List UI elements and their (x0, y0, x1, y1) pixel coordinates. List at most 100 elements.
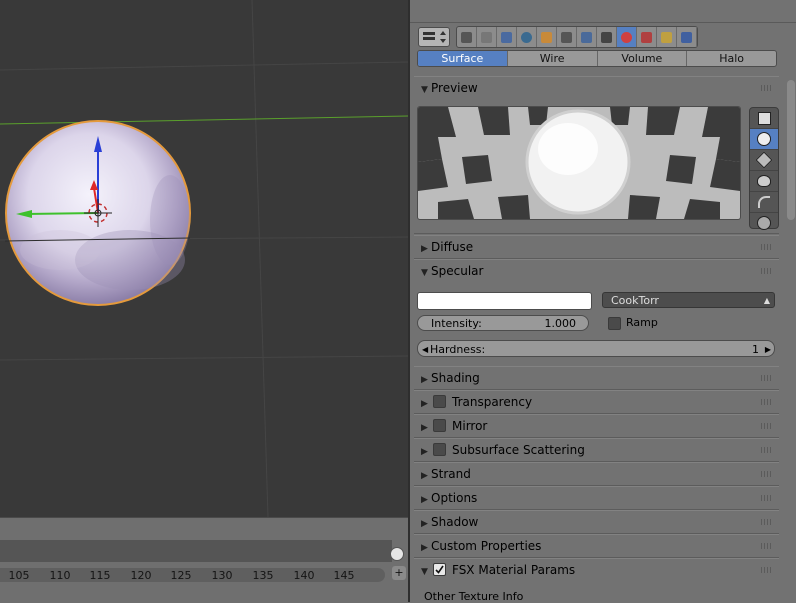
subsurface-scattering-panel[interactable]: ▶ Subsurface Scattering (414, 438, 779, 462)
tab-wire[interactable]: Wire (508, 51, 598, 66)
world-icon (521, 31, 532, 43)
sphere-sky-icon[interactable] (750, 213, 778, 233)
strand-panel[interactable]: ▶ Strand (414, 462, 779, 486)
object-context-button[interactable] (537, 27, 557, 47)
diffuse-panel[interactable]: ▶ Diffuse (414, 235, 779, 259)
texture-context-button[interactable] (637, 27, 657, 47)
constraints-context-button[interactable] (557, 27, 577, 47)
frame-tick: 125 (170, 569, 192, 582)
collapsed-triangle-icon: ▶ (421, 519, 428, 529)
collapsed-triangle-icon: ▶ (421, 244, 428, 254)
checkmark-icon (435, 565, 444, 574)
mirror-panel[interactable]: ▶ Mirror (414, 414, 779, 438)
tab-surface[interactable]: Surface (418, 51, 508, 66)
scene-icon (501, 31, 512, 43)
panel-title: Transparency (452, 395, 533, 409)
collapsed-triangle-icon: ▶ (421, 375, 428, 385)
scroll-knob[interactable] (390, 547, 404, 561)
data-icon (601, 31, 612, 43)
collapsed-triangle-icon: ▶ (421, 471, 428, 481)
collapsed-triangle-icon: ▶ (421, 543, 428, 553)
drag-grip-icon[interactable] (761, 471, 773, 477)
scene-context-button[interactable] (497, 27, 517, 47)
collapsed-triangle-icon: ▶ (421, 495, 428, 505)
world-context-button[interactable] (517, 27, 537, 47)
fsx-material-params-checkbox[interactable] (433, 563, 446, 576)
tab-volume[interactable]: Volume (598, 51, 688, 66)
drag-grip-icon[interactable] (761, 375, 773, 381)
material-preview (417, 106, 741, 220)
material-context-button[interactable] (617, 27, 637, 47)
increment-arrow-icon[interactable]: ▶ (765, 341, 771, 358)
timeline-track[interactable] (0, 540, 392, 562)
collapsed-triangle-icon: ▶ (421, 423, 428, 433)
sphere-icon[interactable] (750, 129, 778, 150)
transparency-panel[interactable]: ▶ Transparency (414, 390, 779, 414)
subsurface-scattering-checkbox[interactable] (433, 443, 446, 456)
3d-viewport[interactable] (0, 0, 408, 517)
specular-hardness-field[interactable]: ◀ Hardness: 1 ▶ (417, 340, 775, 357)
properties-editor: Surface Wire Volume Halo ▼ Preview ▶ Dif… (410, 0, 796, 602)
transparency-checkbox[interactable] (433, 395, 446, 408)
frame-tick: 110 (49, 569, 71, 582)
data-context-button[interactable] (597, 27, 617, 47)
frame-tick: 140 (293, 569, 315, 582)
drag-grip-icon[interactable] (761, 423, 773, 429)
render-icon (461, 31, 472, 43)
panel-title: Shading (431, 371, 480, 385)
panel-title: Diffuse (431, 240, 474, 254)
zoom-plus-button[interactable]: + (392, 566, 406, 580)
drag-grip-icon[interactable] (761, 543, 773, 549)
editor-type-selector[interactable] (418, 27, 450, 47)
particles-context-button[interactable] (657, 27, 677, 47)
shading-panel[interactable]: ▶ Shading (414, 366, 779, 390)
panel-title: Custom Properties (431, 539, 542, 553)
fsx-panel-header[interactable]: ▼ FSX Material Params (414, 559, 779, 581)
header-divider (410, 22, 796, 23)
preview-render (418, 107, 740, 219)
drag-grip-icon[interactable] (761, 399, 773, 405)
specular-color-swatch[interactable] (417, 292, 592, 310)
specular-intensity-field[interactable]: Intensity: 1.000 (417, 315, 589, 331)
properties-scrollbar[interactable] (787, 80, 795, 220)
panel-title: Options (431, 491, 478, 505)
expanded-triangle-icon: ▼ (421, 268, 428, 278)
ramp-checkbox[interactable] (608, 317, 621, 330)
timeline[interactable]: 105 110 115 120 125 130 135 140 145 + (0, 517, 408, 603)
material-type-tabs: Surface Wire Volume Halo (417, 50, 777, 67)
hair-icon[interactable] (750, 192, 778, 213)
options-panel[interactable]: ▶ Options (414, 486, 779, 510)
drag-grip-icon[interactable] (761, 519, 773, 525)
panel-title: Shadow (431, 515, 479, 529)
ramp-label: Ramp (626, 316, 658, 329)
hardness-value: 1 (752, 343, 759, 356)
drag-grip-icon[interactable] (761, 244, 773, 250)
flat-icon[interactable] (750, 108, 778, 129)
physics-context-button[interactable] (677, 27, 697, 47)
specular-panel-header[interactable]: ▼ Specular (414, 260, 779, 282)
panel-title: Preview (431, 81, 478, 95)
modifiers-context-button[interactable] (577, 27, 597, 47)
drag-grip-icon[interactable] (761, 85, 773, 91)
other-texture-info-label: Other Texture Info (424, 590, 524, 602)
drag-grip-icon[interactable] (761, 495, 773, 501)
drag-grip-icon[interactable] (761, 447, 773, 453)
shadow-panel[interactable]: ▶ Shadow (414, 510, 779, 534)
frame-tick: 105 (8, 569, 30, 582)
texture-icon (641, 31, 652, 43)
custom-properties-panel[interactable]: ▶ Custom Properties (414, 534, 779, 558)
preview-panel-header[interactable]: ▼ Preview (414, 77, 779, 99)
mirror-checkbox[interactable] (433, 419, 446, 432)
monkey-icon[interactable] (750, 171, 778, 192)
render-context-button[interactable] (457, 27, 477, 47)
cube-icon[interactable] (750, 150, 778, 171)
tab-halo[interactable]: Halo (687, 51, 776, 66)
expanded-triangle-icon: ▼ (421, 85, 428, 95)
render-layers-context-button[interactable] (477, 27, 497, 47)
editor-type-icon (423, 31, 446, 43)
drag-grip-icon[interactable] (761, 567, 773, 573)
specular-shader-dropdown[interactable]: CookTorr ▲ (602, 292, 775, 308)
decrement-arrow-icon[interactable]: ◀ (422, 341, 428, 358)
intensity-value: 1.000 (544, 317, 577, 330)
drag-grip-icon[interactable] (761, 268, 773, 274)
